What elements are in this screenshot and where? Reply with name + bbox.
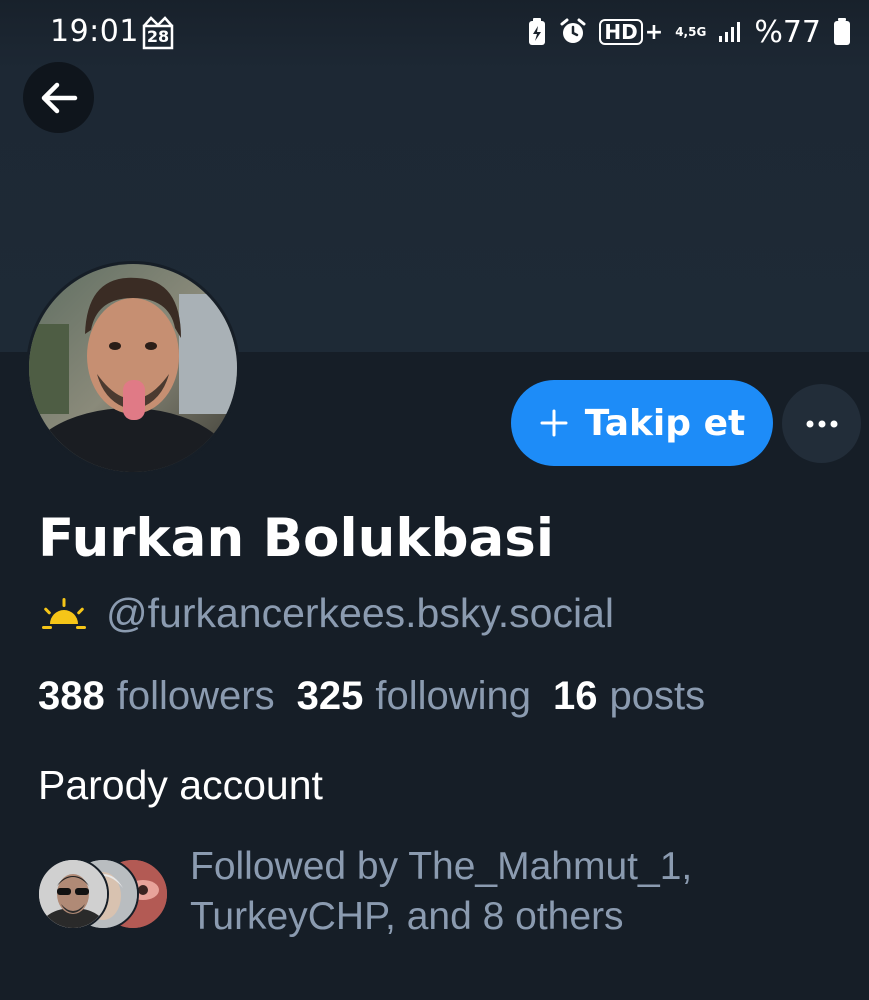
plus-icon	[540, 409, 568, 437]
avatar-image	[29, 264, 237, 472]
battery-icon	[833, 18, 851, 46]
hd-voice-icon: HD +	[599, 19, 663, 45]
profile-bio: Parody account	[38, 762, 323, 808]
back-button[interactable]	[23, 62, 94, 133]
follow-button-label: Takip et	[584, 402, 746, 444]
following-label: following	[375, 674, 531, 718]
profile-stats: 388 followers 325 following 16 posts	[38, 674, 727, 719]
profile-handle[interactable]: @furkancerkees.bsky.social	[106, 590, 614, 637]
arrow-left-icon	[41, 82, 77, 113]
followers-label: followers	[116, 674, 275, 718]
battery-percentage: %77	[754, 14, 821, 50]
follow-button[interactable]: Takip et	[511, 380, 773, 466]
following-stat[interactable]: 325 following	[297, 674, 553, 719]
battery-saver-icon	[527, 17, 547, 47]
ellipsis-icon	[806, 420, 837, 427]
followed-by-line-1: Followed by The_Mahmut_1,	[190, 845, 693, 888]
status-bar: 19:01 28 HD + 4,5G %77	[0, 0, 869, 64]
followed-by-avatars[interactable]	[37, 858, 169, 930]
status-icons: HD + 4,5G %77	[527, 14, 851, 50]
follower-avatar	[37, 858, 109, 930]
more-options-button[interactable]	[782, 384, 861, 463]
posts-stat: 16 posts	[553, 674, 727, 719]
following-count: 325	[296, 674, 364, 718]
network-type: 4,5G	[675, 25, 707, 39]
profile-avatar[interactable]	[26, 261, 240, 475]
signal-icon	[718, 20, 742, 44]
calendar-icon: 28	[142, 16, 174, 50]
followers-stat[interactable]: 388 followers	[38, 674, 297, 719]
hd-label: HD	[599, 19, 643, 45]
handle-row: @furkancerkees.bsky.social	[38, 590, 614, 637]
followers-count: 388	[38, 674, 105, 718]
sunrise-icon	[42, 597, 86, 629]
alarm-icon	[559, 18, 587, 46]
display-name: Furkan Bolukbasi	[38, 508, 554, 569]
posts-count: 16	[553, 674, 598, 718]
status-time: 19:01	[50, 14, 139, 49]
posts-label: posts	[609, 674, 706, 718]
followed-by-line-2: TurkeyCHP, and 8 others	[190, 895, 624, 938]
calendar-day: 28	[146, 27, 170, 46]
followed-by-text[interactable]: Followed by The_Mahmut_1, TurkeyCHP, and…	[190, 842, 850, 942]
